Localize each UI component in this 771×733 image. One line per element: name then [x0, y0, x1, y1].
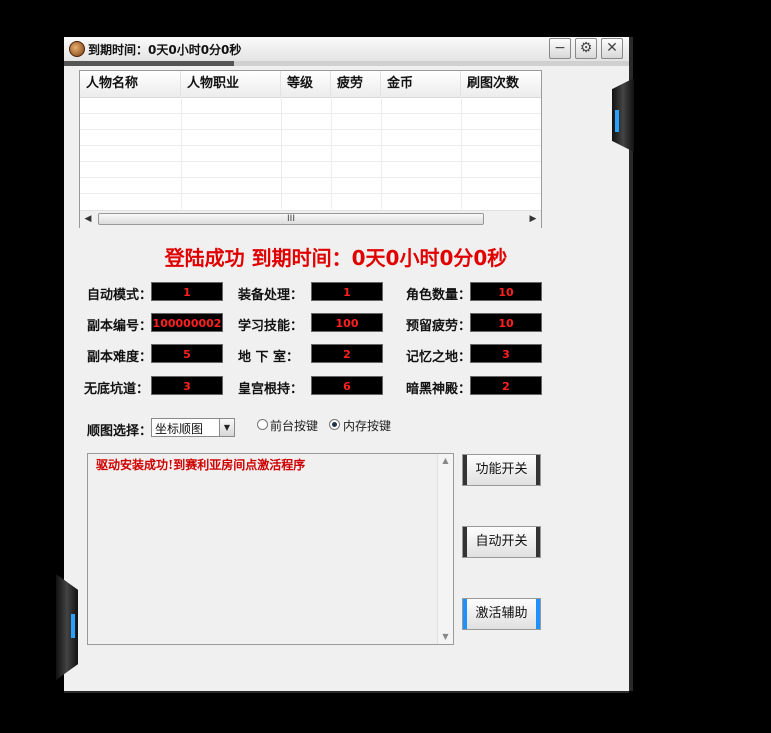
route-select-value: 坐标顺图: [155, 422, 204, 436]
auto-mode-label: 自动模式：: [87, 288, 153, 303]
route-select-label: 顺图选择：: [87, 424, 153, 439]
radio-memory-keys-label[interactable]: 内存按键: [343, 417, 391, 434]
column-divider: [281, 97, 282, 209]
equip-process-label: 装备处理：: [238, 288, 304, 303]
memory-land-field[interactable]: 3: [470, 344, 542, 363]
progress-bar-fill: [64, 61, 234, 66]
window-frame-bottom: [64, 691, 629, 693]
frame-decoration-left: [56, 574, 78, 680]
dark-temple-field[interactable]: 2: [470, 376, 542, 395]
table-row[interactable]: [80, 177, 541, 194]
column-divider: [181, 97, 182, 209]
activate-label: 激活辅助: [475, 606, 528, 621]
activate-button[interactable]: 激活辅助: [462, 598, 541, 630]
auto-toggle-label: 自动开关: [475, 534, 528, 549]
table-row[interactable]: [80, 97, 541, 114]
log-message: 驱动安装成功!到赛利亚房间点激活程序: [96, 458, 306, 472]
radio-front-keys-label[interactable]: 前台按键: [270, 417, 318, 434]
dungeon-id-field[interactable]: 100000002: [151, 313, 223, 332]
scroll-left-arrow-icon[interactable]: ◀: [81, 213, 95, 226]
button-edge: [463, 599, 467, 629]
auto-toggle-button[interactable]: 自动开关: [462, 526, 541, 558]
reserve-fatigue-field[interactable]: 10: [470, 313, 542, 332]
function-toggle-button[interactable]: 功能开关: [462, 454, 541, 486]
table-row[interactable]: [80, 129, 541, 146]
frame-glow: [71, 614, 75, 638]
window-title: 到期时间：0天0小时0分0秒: [88, 43, 242, 57]
table-header: 人物名称 人物职业 等级 疲劳 金币 刷图次数: [80, 71, 541, 98]
title-bar[interactable]: 到期时间：0天0小时0分0秒 − ⚙ ✕: [64, 37, 629, 62]
app-logo-icon: [69, 41, 85, 57]
column-header-fatigue[interactable]: 疲劳: [331, 71, 381, 97]
radio-memory-keys[interactable]: [329, 419, 340, 430]
equip-process-field[interactable]: 1: [311, 282, 383, 301]
horizontal-scrollbar[interactable]: ◀ III ▶: [80, 210, 541, 228]
abyss-field[interactable]: 3: [151, 376, 223, 395]
button-edge: [536, 527, 540, 557]
scroll-thumb[interactable]: III: [98, 213, 484, 225]
progress-bar: [64, 61, 629, 66]
vertical-scrollbar[interactable]: ▲ ▼: [437, 454, 453, 644]
route-select[interactable]: 坐标顺图 ▼: [151, 418, 235, 437]
palace-label: 皇宫根持：: [238, 382, 304, 397]
frame-glow: [615, 110, 619, 132]
log-output[interactable]: 驱动安装成功!到赛利亚房间点激活程序 ▲ ▼: [87, 453, 454, 645]
dungeon-id-label: 副本编号：: [87, 319, 153, 334]
character-table[interactable]: 人物名称 人物职业 等级 疲劳 金币 刷图次数 ◀ III ▶: [79, 70, 542, 228]
chevron-down-icon[interactable]: ▼: [219, 419, 234, 436]
column-header-runs[interactable]: 刷图次数: [461, 71, 541, 97]
auto-mode-field[interactable]: 1: [151, 282, 223, 301]
radio-front-keys[interactable]: [257, 419, 268, 430]
close-button[interactable]: ✕: [601, 38, 623, 59]
abyss-label: 无底坑道：: [84, 382, 150, 397]
settings-gear-icon[interactable]: ⚙: [575, 38, 597, 59]
basement-field[interactable]: 2: [311, 344, 383, 363]
button-edge: [536, 599, 540, 629]
dungeon-difficulty-label: 副本难度：: [87, 350, 153, 365]
button-edge: [463, 527, 467, 557]
login-status-banner: 登陆成功 到期时间：0天0小时0分0秒: [164, 246, 508, 270]
reserve-fatigue-label: 预留疲劳：: [406, 319, 472, 334]
char-count-field[interactable]: 10: [470, 282, 542, 301]
table-row[interactable]: [80, 113, 541, 130]
table-row[interactable]: [80, 161, 541, 178]
minimize-button[interactable]: −: [549, 38, 571, 59]
memory-land-label: 记忆之地：: [406, 350, 472, 365]
column-header-class[interactable]: 人物职业: [181, 71, 281, 97]
scroll-down-arrow-icon[interactable]: ▼: [438, 630, 453, 644]
scroll-right-arrow-icon[interactable]: ▶: [526, 213, 540, 226]
column-header-name[interactable]: 人物名称: [80, 71, 181, 97]
column-divider: [461, 97, 462, 209]
frame-decoration-right: [612, 78, 634, 152]
button-edge: [536, 455, 540, 485]
column-divider: [331, 97, 332, 209]
function-toggle-label: 功能开关: [475, 462, 528, 477]
basement-label: 地 下 室：: [238, 350, 300, 365]
scroll-up-arrow-icon[interactable]: ▲: [438, 454, 453, 468]
column-divider: [381, 97, 382, 209]
button-edge: [463, 455, 467, 485]
dark-temple-label: 暗黑神殿：: [406, 382, 472, 397]
column-header-level[interactable]: 等级: [281, 71, 331, 97]
palace-field[interactable]: 6: [311, 376, 383, 395]
dungeon-difficulty-field[interactable]: 5: [151, 344, 223, 363]
char-count-label: 角色数量：: [406, 288, 472, 303]
learn-skill-field[interactable]: 100: [311, 313, 383, 332]
table-row[interactable]: [80, 145, 541, 162]
column-header-gold[interactable]: 金币: [381, 71, 461, 97]
learn-skill-label: 学习技能：: [238, 319, 304, 334]
